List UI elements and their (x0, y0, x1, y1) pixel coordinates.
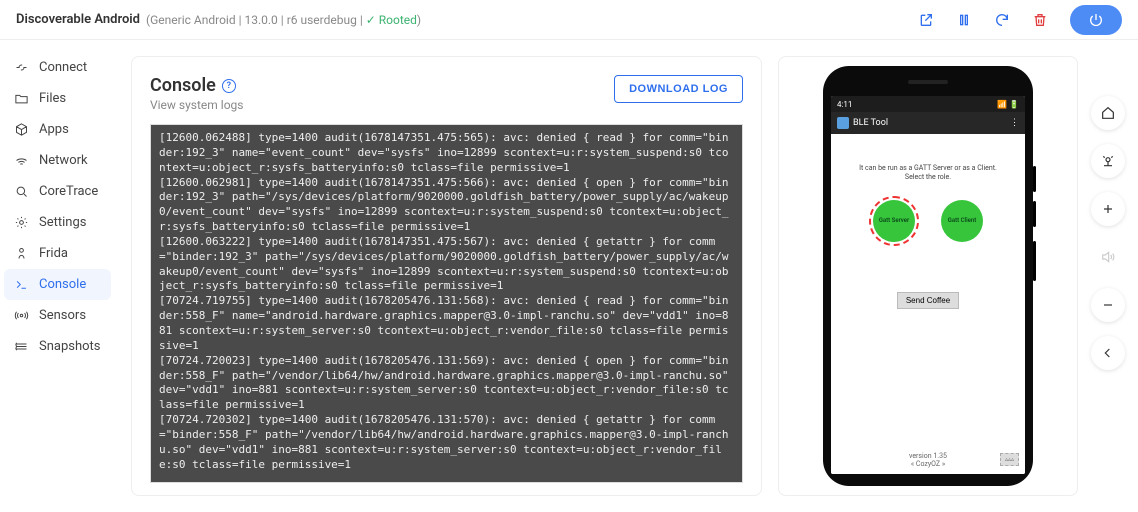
status-bar: 4:11 📶 🔋 (831, 96, 1025, 112)
menu-icon[interactable]: ⋮ (1010, 118, 1019, 128)
gatt-server-button[interactable]: Gatt Server (873, 200, 915, 242)
app-footer: version 1.35 « CozyOZ » ▵▵▵ (831, 452, 1025, 468)
app-icon (837, 117, 849, 129)
sidebar-item-settings[interactable]: Settings (0, 207, 115, 238)
device-info: Discoverable Android (Generic Android | … (16, 12, 421, 27)
sidebar-item-files[interactable]: Files (0, 83, 115, 114)
sidebar-item-snapshots[interactable]: Snapshots (0, 331, 115, 362)
app-bar: BLE Tool ⋮ (831, 112, 1025, 134)
power-button[interactable] (1070, 5, 1122, 35)
device-name: Discoverable Android (16, 12, 140, 27)
phone-screen[interactable]: 4:11 📶 🔋 BLE Tool ⋮ It can be run as a G… (831, 96, 1025, 474)
sidebar-item-console[interactable]: Console (4, 269, 111, 300)
help-icon[interactable]: ? (222, 79, 236, 93)
download-log-button[interactable]: DOWNLOAD LOG (614, 75, 743, 103)
phone-frame: 4:11 📶 🔋 BLE Tool ⋮ It can be run as a G… (823, 66, 1033, 486)
sidebar: Connect Files Apps Network CoreTrace Set… (0, 40, 115, 512)
zoom-out-button[interactable] (1091, 288, 1125, 322)
sidebar-item-sensors[interactable]: Sensors (0, 300, 115, 331)
sidebar-item-network[interactable]: Network (0, 145, 115, 176)
pause-button[interactable] (948, 4, 980, 36)
open-external-button[interactable] (910, 4, 942, 36)
gatt-client-button[interactable]: Gatt Client (941, 200, 983, 242)
console-title: Console ? (150, 75, 243, 96)
sidebar-item-frida[interactable]: Frida (0, 238, 115, 269)
topbar: Discoverable Android (Generic Android | … (0, 0, 1138, 40)
sidebar-item-apps[interactable]: Apps (0, 114, 115, 145)
sidebar-item-coretrace[interactable]: CoreTrace (0, 176, 115, 207)
brand-badge: ▵▵▵ (1000, 453, 1019, 466)
device-preview: 4:11 📶 🔋 BLE Tool ⋮ It can be run as a G… (778, 56, 1078, 496)
status-icons: 📶 🔋 (997, 100, 1019, 109)
hint-text: It can be run as a GATT Server or as a C… (859, 164, 997, 182)
log-output[interactable]: [12600.062488] type=1400 audit(167814735… (150, 124, 743, 483)
send-coffee-button[interactable]: Send Coffee (897, 292, 959, 309)
back-button[interactable] (1091, 336, 1125, 370)
zoom-in-button[interactable] (1091, 192, 1125, 226)
console-panel: Console ? View system logs DOWNLOAD LOG … (131, 56, 762, 496)
delete-button[interactable] (1024, 4, 1056, 36)
console-subtitle: View system logs (150, 98, 243, 112)
device-meta: (Generic Android | 13.0.0 | r6 userdebug… (146, 13, 421, 27)
device-controls (1088, 56, 1128, 496)
sidebar-item-connect[interactable]: Connect (0, 52, 115, 83)
volume-button[interactable] (1091, 240, 1125, 274)
refresh-button[interactable] (986, 4, 1018, 36)
location-button[interactable] (1091, 144, 1125, 178)
home-button[interactable] (1091, 96, 1125, 130)
